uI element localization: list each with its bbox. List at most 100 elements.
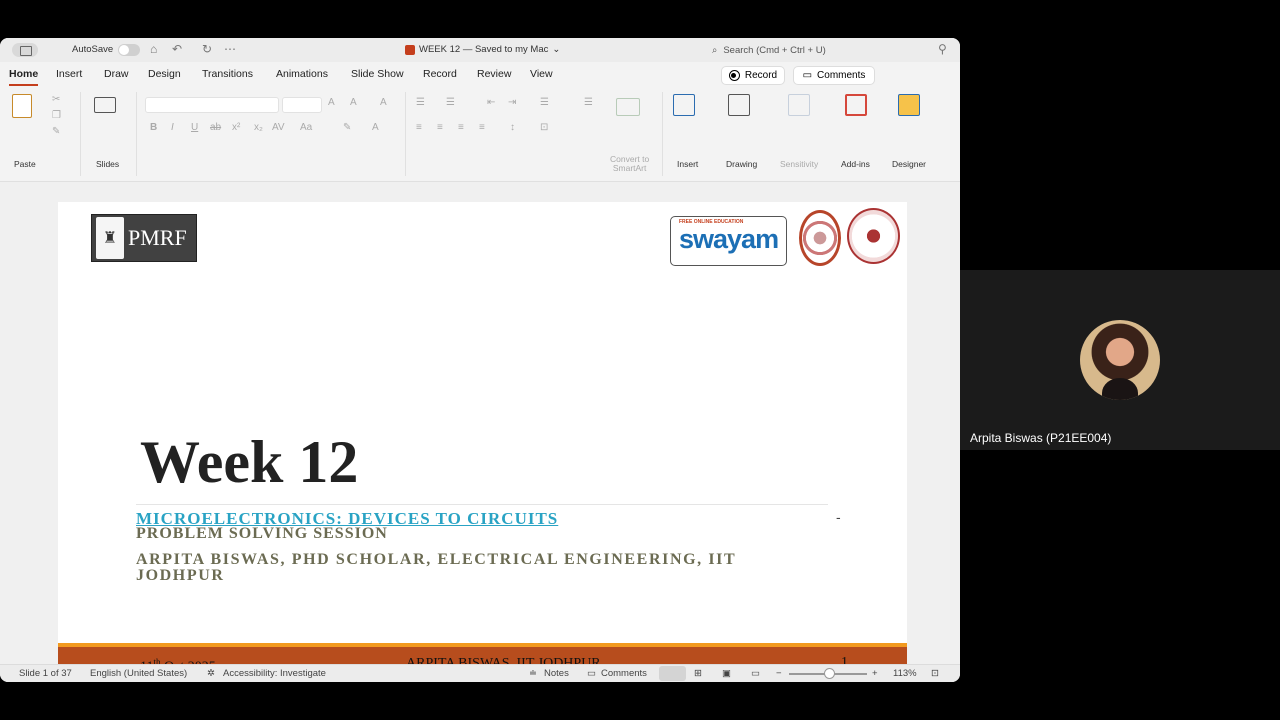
change-case-icon[interactable]: Aa bbox=[300, 122, 312, 133]
tab-review[interactable]: Review bbox=[477, 68, 511, 80]
font-name-select[interactable] bbox=[145, 97, 279, 113]
tab-record[interactable]: Record bbox=[423, 68, 457, 80]
superscript-icon[interactable]: x² bbox=[232, 122, 240, 133]
cut-icon[interactable]: ✂ bbox=[52, 94, 60, 105]
divider bbox=[136, 92, 137, 176]
paste-icon[interactable] bbox=[12, 94, 32, 118]
powerpoint-icon bbox=[405, 44, 415, 55]
clear-format-icon[interactable]: A bbox=[380, 97, 387, 108]
copy-icon[interactable]: ❐ bbox=[52, 110, 61, 121]
designer-icon[interactable] bbox=[898, 94, 920, 116]
bold-icon[interactable]: B bbox=[150, 122, 157, 133]
insert-label: Insert bbox=[677, 159, 699, 169]
divider bbox=[662, 92, 663, 176]
bullets-icon[interactable]: ☰ bbox=[416, 97, 425, 108]
tab-design[interactable]: Design bbox=[148, 68, 181, 80]
more-icon[interactable]: ⋯ bbox=[224, 42, 236, 56]
accessibility-status[interactable]: Accessibility: Investigate bbox=[223, 668, 326, 679]
redo-icon[interactable]: ↻ bbox=[202, 42, 212, 56]
convert-smartart-label: Convert to SmartArt bbox=[610, 155, 649, 173]
subscript-icon[interactable]: x₂ bbox=[254, 122, 263, 133]
tab-view[interactable]: View bbox=[530, 68, 553, 80]
drawing-icon[interactable] bbox=[728, 94, 750, 116]
convert-line-2: SmartArt bbox=[612, 163, 647, 173]
tab-transitions[interactable]: Transitions bbox=[202, 68, 253, 80]
underline-icon[interactable]: U bbox=[191, 122, 198, 133]
line-spacing-icon[interactable]: ☰ bbox=[540, 97, 549, 108]
emblem-icon: ♜ bbox=[96, 217, 124, 259]
insert-icon[interactable] bbox=[673, 94, 695, 116]
columns-icon[interactable]: ☰ bbox=[584, 97, 593, 108]
slides-icon[interactable] bbox=[94, 97, 116, 113]
comments-status-button[interactable]: Comments bbox=[601, 668, 647, 679]
document-title[interactable]: WEEK 12 — Saved to my Mac ⌄ bbox=[405, 44, 560, 55]
slide-sorter-icon[interactable]: ⊞ bbox=[694, 668, 702, 679]
author-line[interactable]: ARPITA BISWAS, PHD SCHOLAR, ELECTRICAL E… bbox=[136, 552, 826, 584]
decrease-indent-icon[interactable]: ⇤ bbox=[487, 97, 495, 108]
addins-icon[interactable] bbox=[845, 94, 867, 116]
italic-icon[interactable]: I bbox=[171, 122, 174, 133]
avatar bbox=[1080, 320, 1160, 400]
tab-animations[interactable]: Animations bbox=[276, 68, 328, 80]
undo-icon[interactable]: ↶ bbox=[172, 42, 182, 56]
addins-label: Add-ins bbox=[841, 159, 870, 169]
search-input[interactable]: ⌕ Search (Cmd + Ctrl + U) bbox=[706, 42, 926, 58]
home-icon[interactable]: ⌂ bbox=[150, 42, 157, 56]
tab-slide-show[interactable]: Slide Show bbox=[351, 68, 404, 80]
increase-font-icon[interactable]: A bbox=[328, 97, 335, 108]
autosave-toggle[interactable] bbox=[118, 44, 140, 56]
accessibility-icon: ✲ bbox=[207, 668, 215, 679]
reading-view-icon[interactable]: ▣ bbox=[722, 668, 731, 679]
tab-home[interactable]: Home bbox=[9, 68, 39, 86]
title-bar: AutoSave ⌂ ↶ ↻ ⋯ WEEK 12 — Saved to my M… bbox=[0, 38, 960, 62]
slide-editor[interactable]: ♜ PMRF FREE ONLINE EDUCATION swayam Week… bbox=[0, 182, 960, 681]
slideshow-icon[interactable]: ▭ bbox=[751, 668, 760, 679]
fit-slide-icon[interactable]: ⊡ bbox=[931, 668, 939, 679]
record-button[interactable]: Record bbox=[721, 66, 785, 85]
numbering-icon[interactable]: ☰ bbox=[446, 97, 455, 108]
screen: AutoSave ⌂ ↶ ↻ ⋯ WEEK 12 — Saved to my M… bbox=[0, 0, 1280, 720]
strikethrough-icon[interactable]: ab bbox=[210, 122, 221, 133]
tab-draw[interactable]: Draw bbox=[104, 68, 129, 80]
font-color-icon[interactable]: A bbox=[372, 122, 379, 133]
text-direction-icon[interactable]: ↕ bbox=[510, 122, 515, 133]
slide-title[interactable]: Week 12 bbox=[140, 428, 358, 497]
ribbon-tabs: Home Insert Draw Design Transitions Anim… bbox=[0, 62, 960, 88]
comment-icon: ▭ bbox=[802, 70, 813, 81]
tab-insert[interactable]: Insert bbox=[56, 68, 82, 80]
highlight-icon[interactable]: ✎ bbox=[343, 122, 351, 133]
zoom-in-icon[interactable]: + bbox=[872, 668, 878, 679]
dash-text: - bbox=[836, 509, 841, 525]
comments-button[interactable]: ▭ Comments bbox=[793, 66, 875, 85]
search-icon: ⌕ bbox=[712, 44, 718, 56]
sidebar-icon[interactable] bbox=[12, 43, 38, 57]
align-right-icon[interactable]: ≡ bbox=[458, 122, 464, 133]
powerpoint-window: AutoSave ⌂ ↶ ↻ ⋯ WEEK 12 — Saved to my M… bbox=[0, 38, 960, 682]
justify-icon[interactable]: ≡ bbox=[479, 122, 485, 133]
zoom-level[interactable]: 113% bbox=[893, 668, 917, 679]
normal-view-icon[interactable] bbox=[659, 666, 686, 681]
notes-button[interactable]: Notes bbox=[544, 668, 569, 679]
decrease-font-icon[interactable]: A bbox=[350, 97, 357, 108]
divider bbox=[80, 92, 81, 176]
participant-video-tile: Arpita Biswas (P21EE004) bbox=[960, 270, 1280, 450]
slide[interactable]: ♜ PMRF FREE ONLINE EDUCATION swayam Week… bbox=[58, 202, 907, 681]
smartart-icon[interactable] bbox=[616, 98, 640, 116]
session-subtitle[interactable]: PROBLEM SOLVING SESSION bbox=[136, 525, 388, 543]
align-center-icon[interactable]: ≡ bbox=[437, 122, 443, 133]
record-button-label: Record bbox=[744, 70, 778, 81]
char-spacing-icon[interactable]: AV bbox=[272, 122, 285, 133]
zoom-out-icon[interactable]: − bbox=[776, 668, 782, 679]
align-left-icon[interactable]: ≡ bbox=[416, 122, 422, 133]
sensitivity-label: Sensitivity bbox=[780, 159, 819, 169]
increase-indent-icon[interactable]: ⇥ bbox=[508, 97, 516, 108]
align-text-icon[interactable]: ⊡ bbox=[540, 122, 548, 133]
pmrf-logo-text: PMRF bbox=[128, 225, 187, 250]
status-bar: Slide 1 of 37 English (United States) ✲ … bbox=[0, 664, 960, 682]
sensitivity-icon[interactable] bbox=[788, 94, 810, 116]
share-icon[interactable]: ⚲ bbox=[938, 42, 947, 56]
zoom-slider-thumb[interactable] bbox=[824, 668, 835, 679]
format-painter-icon[interactable]: ✎ bbox=[52, 126, 60, 137]
font-size-select[interactable] bbox=[282, 97, 322, 113]
language-indicator[interactable]: English (United States) bbox=[90, 668, 187, 679]
